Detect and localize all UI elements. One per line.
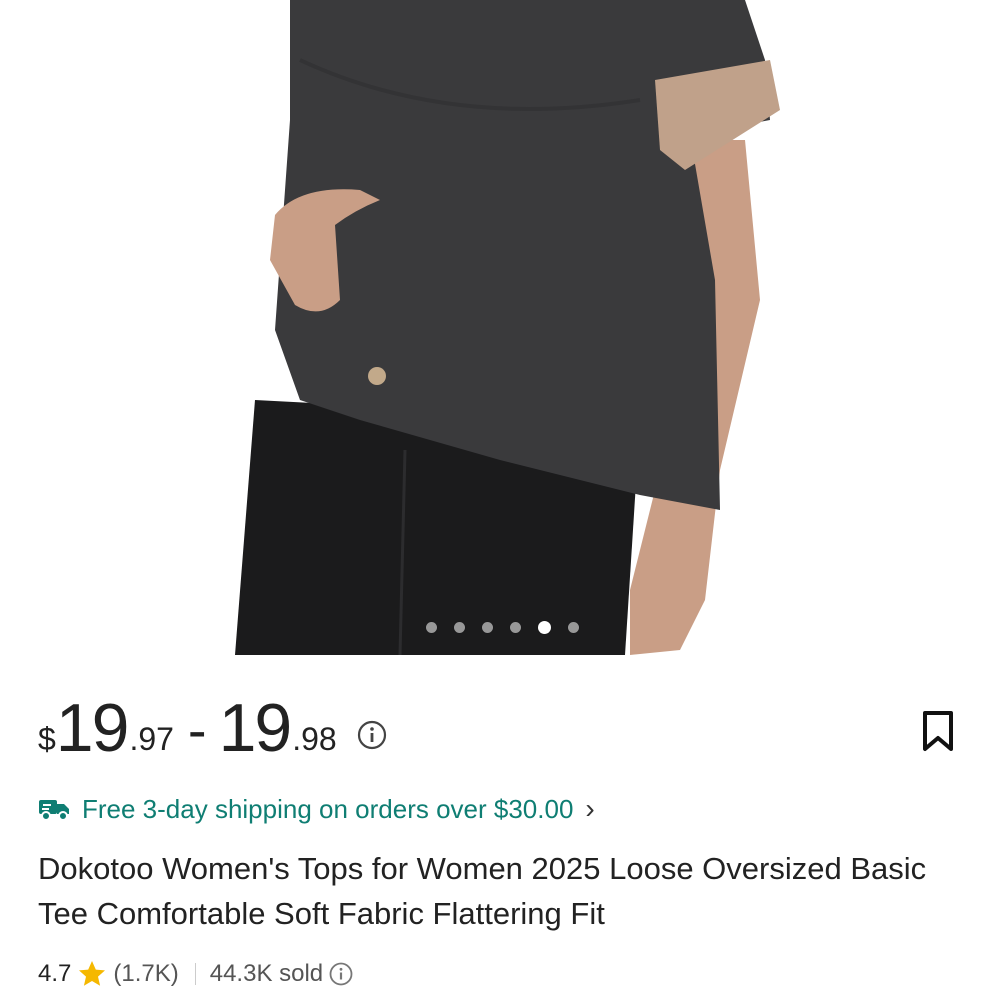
shipping-text: Free 3-day shipping on orders over $30.0… (82, 793, 574, 824)
chevron-right-icon: › (585, 793, 595, 824)
gallery-dot[interactable] (454, 622, 465, 633)
price-high-cents: .98 (292, 721, 337, 757)
rating-row[interactable]: 4.7 (1.7K) 44.3K sold (38, 954, 353, 994)
divider (194, 963, 196, 985)
rating-score: 4.7 (38, 960, 72, 987)
info-icon[interactable] (357, 720, 387, 750)
product-photo (0, 0, 1000, 655)
rating-count[interactable]: (1.7K) (113, 960, 178, 988)
price-low-whole: 19 (55, 690, 130, 766)
price-currency: $ (38, 721, 56, 757)
price-range: $ 19 .97 - 19 .98 (38, 690, 387, 770)
price-separator: - (187, 698, 207, 761)
gallery-dot[interactable] (482, 622, 493, 633)
star-icon (79, 961, 106, 986)
product-title[interactable]: Dokotoo Women's Tops for Women 2025 Loos… (38, 846, 968, 936)
price-high-whole: 19 (218, 690, 293, 766)
bookmark-icon[interactable] (920, 710, 956, 752)
gallery-dot[interactable] (510, 622, 521, 633)
gallery-dots[interactable] (0, 621, 1000, 634)
shipping-banner[interactable]: Free 3-day shipping on orders over $30.0… (38, 788, 595, 830)
sold-count: 44.3K sold (209, 960, 324, 987)
truck-icon (39, 800, 69, 821)
info-icon[interactable] (329, 962, 353, 986)
gallery-dot-active[interactable] (538, 621, 551, 634)
price-low-cents: .97 (129, 721, 174, 757)
product-image[interactable] (0, 0, 1000, 655)
gallery-dot[interactable] (426, 622, 437, 633)
gallery-dot[interactable] (568, 622, 579, 633)
